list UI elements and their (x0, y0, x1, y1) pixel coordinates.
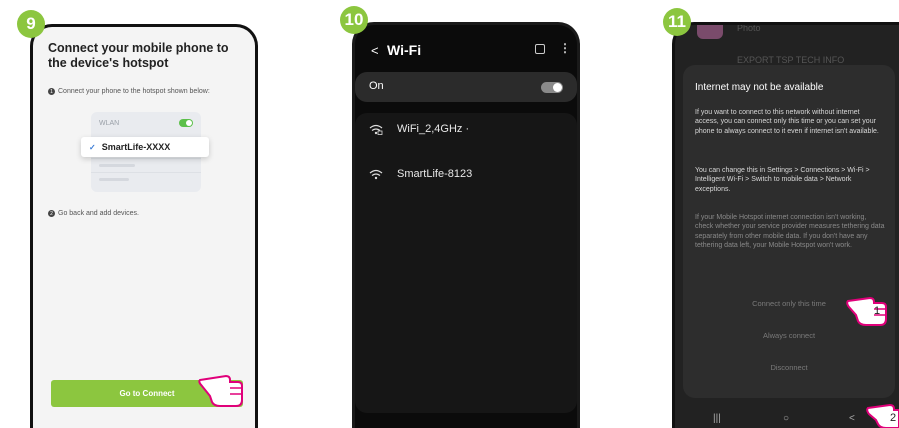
app-icon (697, 25, 723, 39)
check-icon: ✓ (89, 142, 96, 152)
recent-apps-button[interactable]: ||| (713, 413, 721, 424)
hand-step-label: 1 (874, 305, 881, 317)
step-badge-9: 9 (17, 10, 45, 38)
wifi-on-label: On (369, 80, 384, 92)
wifi-toggle-row[interactable]: On (355, 72, 577, 102)
page-title: Connect your mobile phone to the device'… (48, 41, 229, 70)
background-list-item: EXPORT TSP TECH INFO (737, 55, 845, 65)
qr-scan-icon[interactable] (535, 44, 545, 54)
back-button[interactable]: < (849, 413, 855, 424)
more-options-icon[interactable]: ⋮ (559, 41, 571, 55)
network-list: WiFi_2,4GHz · SmartLife-8123 (355, 113, 577, 413)
step-number-2: 2 (48, 210, 55, 217)
step-text-2: Go back and add devices. (58, 210, 139, 217)
phone-dialog-screen: Photo EXPORT TSP TECH INFO Internet may … (672, 22, 899, 428)
hand-step-label: 2 (890, 412, 897, 424)
step-badge-10: 10 (340, 6, 368, 34)
dialog-paragraph-1: If you want to connect to this network w… (695, 109, 879, 135)
divider (91, 172, 201, 173)
always-connect-button[interactable]: Always connect (683, 331, 895, 340)
home-button[interactable]: ○ (783, 413, 789, 424)
internet-warning-dialog: Internet may not be available If you wan… (683, 65, 895, 398)
pointing-hand-icon (846, 296, 887, 326)
placeholder-line (99, 164, 135, 167)
instruction-step-2: 2 Go back and add devices. (48, 210, 139, 217)
dialog-paragraph-3: If your Mobile Hotspot internet connecti… (695, 214, 885, 250)
divider (91, 158, 201, 159)
network-item-smartlife: ✓ SmartLife-XXXX (81, 137, 209, 157)
network-name: WiFi_2,4GHz · (397, 123, 470, 135)
wifi-title: Wi-Fi (387, 42, 422, 58)
wifi-icon (369, 169, 383, 179)
wifi-toggle[interactable] (541, 82, 563, 93)
wlan-label: WLAN (99, 120, 120, 127)
step-badge-11: 11 (663, 8, 691, 36)
background-list-item: Photo (737, 23, 761, 33)
network-item-smartlife-8123[interactable]: SmartLife-8123 (369, 168, 472, 180)
network-item-wifi-24ghz[interactable]: WiFi_2,4GHz · (369, 123, 469, 135)
step-number-1: 1 (48, 88, 55, 95)
wlan-toggle-icon (179, 119, 193, 127)
phone-wifi-screen: < Wi-Fi ⋮ On WiFi_2,4GHz · SmartLife-812… (352, 22, 580, 428)
instruction-figure: 9 10 11 Connect your mobile phone to the… (0, 0, 899, 428)
placeholder-line (99, 178, 129, 181)
wifi-locked-icon (369, 124, 383, 135)
network-name: SmartLife-8123 (397, 168, 473, 180)
dialog-title: Internet may not be available (695, 82, 824, 93)
dialog-paragraph-2: You can change this in Settings > Connec… (695, 167, 870, 193)
network-name: SmartLife-XXXX (101, 142, 171, 152)
disconnect-button[interactable]: Disconnect (683, 363, 895, 372)
pointing-hand-icon (198, 374, 243, 407)
step-text-1: Connect your phone to the hotspot shown … (58, 88, 210, 95)
back-arrow-icon[interactable]: < (371, 43, 379, 58)
instruction-step-1: 1 Connect your phone to the hotspot show… (48, 88, 210, 95)
